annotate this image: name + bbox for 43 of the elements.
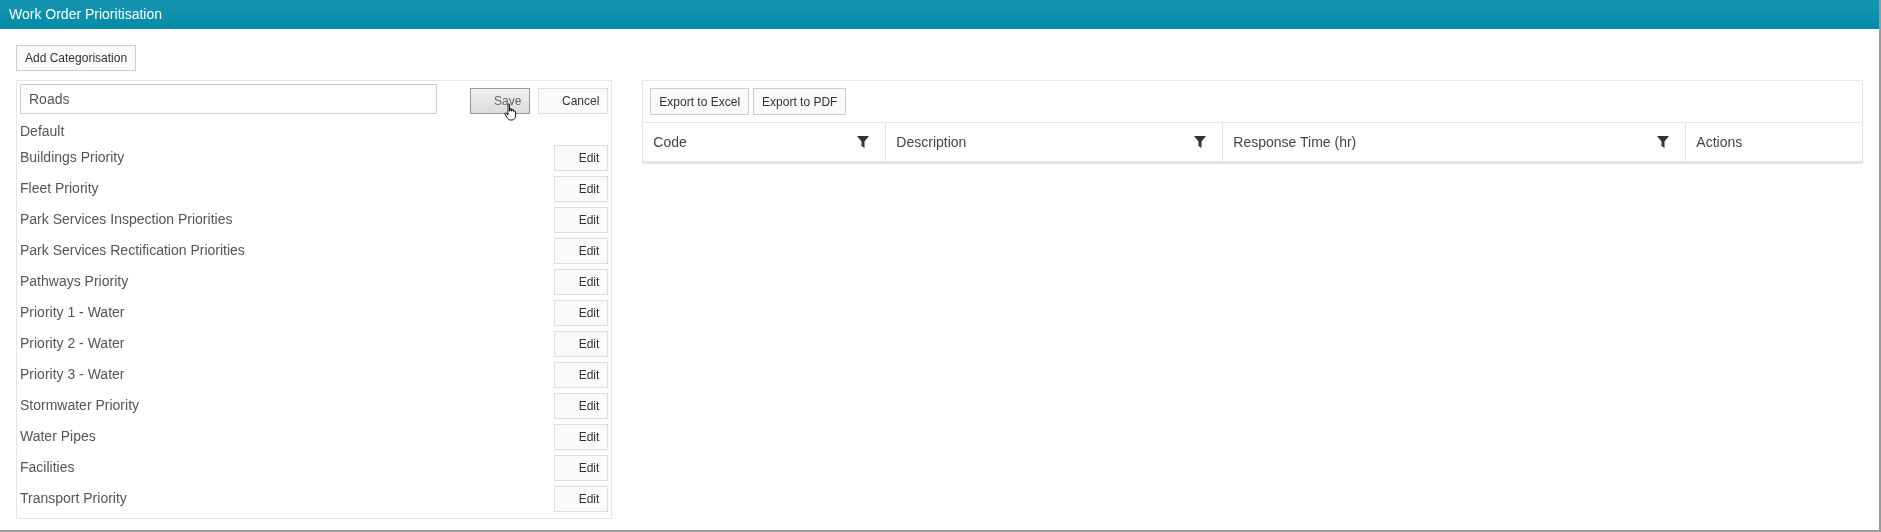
edit-button[interactable]: Edit [554, 268, 609, 295]
category-name: Park Services Inspection Priorities [20, 210, 233, 229]
default-label: Default [20, 122, 66, 141]
edit-button[interactable]: Edit [554, 392, 609, 419]
categorisation-name-field[interactable]: Roads [20, 84, 437, 114]
filter-icon[interactable] [1194, 136, 1207, 148]
category-name: Priority 1 - Water [20, 303, 125, 322]
edit-button[interactable]: Edit [554, 299, 609, 326]
category-name: Fleet Priority [20, 179, 99, 198]
column-label: Response Time (hr) [1233, 132, 1357, 152]
export-pdf-button[interactable]: Export to PDF [753, 88, 847, 115]
column-label: Actions [1696, 132, 1743, 152]
edit-button[interactable]: Edit [554, 454, 609, 481]
cancel-button[interactable]: Cancel [538, 87, 609, 114]
column-header[interactable]: Response Time (hr) [1223, 123, 1687, 161]
category-name: Park Services Rectification Priorities [20, 241, 245, 260]
export-excel-button[interactable]: Export to Excel [650, 88, 750, 115]
category-name: Transport Priority [20, 489, 127, 508]
edit-button[interactable]: Edit [554, 206, 609, 233]
edit-button[interactable]: Edit [554, 485, 609, 512]
column-header[interactable]: Actions [1686, 123, 1862, 161]
category-name: Facilities [20, 458, 75, 477]
filter-icon[interactable] [857, 136, 870, 148]
filter-icon[interactable] [1657, 136, 1670, 148]
category-name: Priority 2 - Water [20, 334, 125, 353]
edit-button[interactable]: Edit [554, 423, 609, 450]
edit-button[interactable]: Edit [554, 361, 609, 388]
category-name: Priority 3 - Water [20, 365, 125, 384]
category-name: Buildings Priority [20, 148, 125, 167]
edit-button[interactable]: Edit [554, 175, 609, 202]
edit-button[interactable]: Edit [554, 330, 609, 357]
column-header[interactable]: Code [643, 123, 887, 161]
add-categorisation-button[interactable]: Add Categorisation [16, 45, 137, 71]
column-label: Description [896, 132, 967, 152]
category-name: Water Pipes [20, 427, 96, 446]
column-header[interactable]: Description [886, 123, 1224, 161]
category-name: Pathways Priority [20, 272, 129, 291]
edit-button[interactable]: Edit [554, 144, 609, 171]
category-name: Stormwater Priority [20, 396, 140, 415]
column-label: Code [653, 132, 687, 152]
save-button[interactable]: Save [470, 87, 531, 114]
edit-button[interactable]: Edit [554, 237, 609, 264]
window-title: Work Order Prioritisation [9, 5, 162, 24]
